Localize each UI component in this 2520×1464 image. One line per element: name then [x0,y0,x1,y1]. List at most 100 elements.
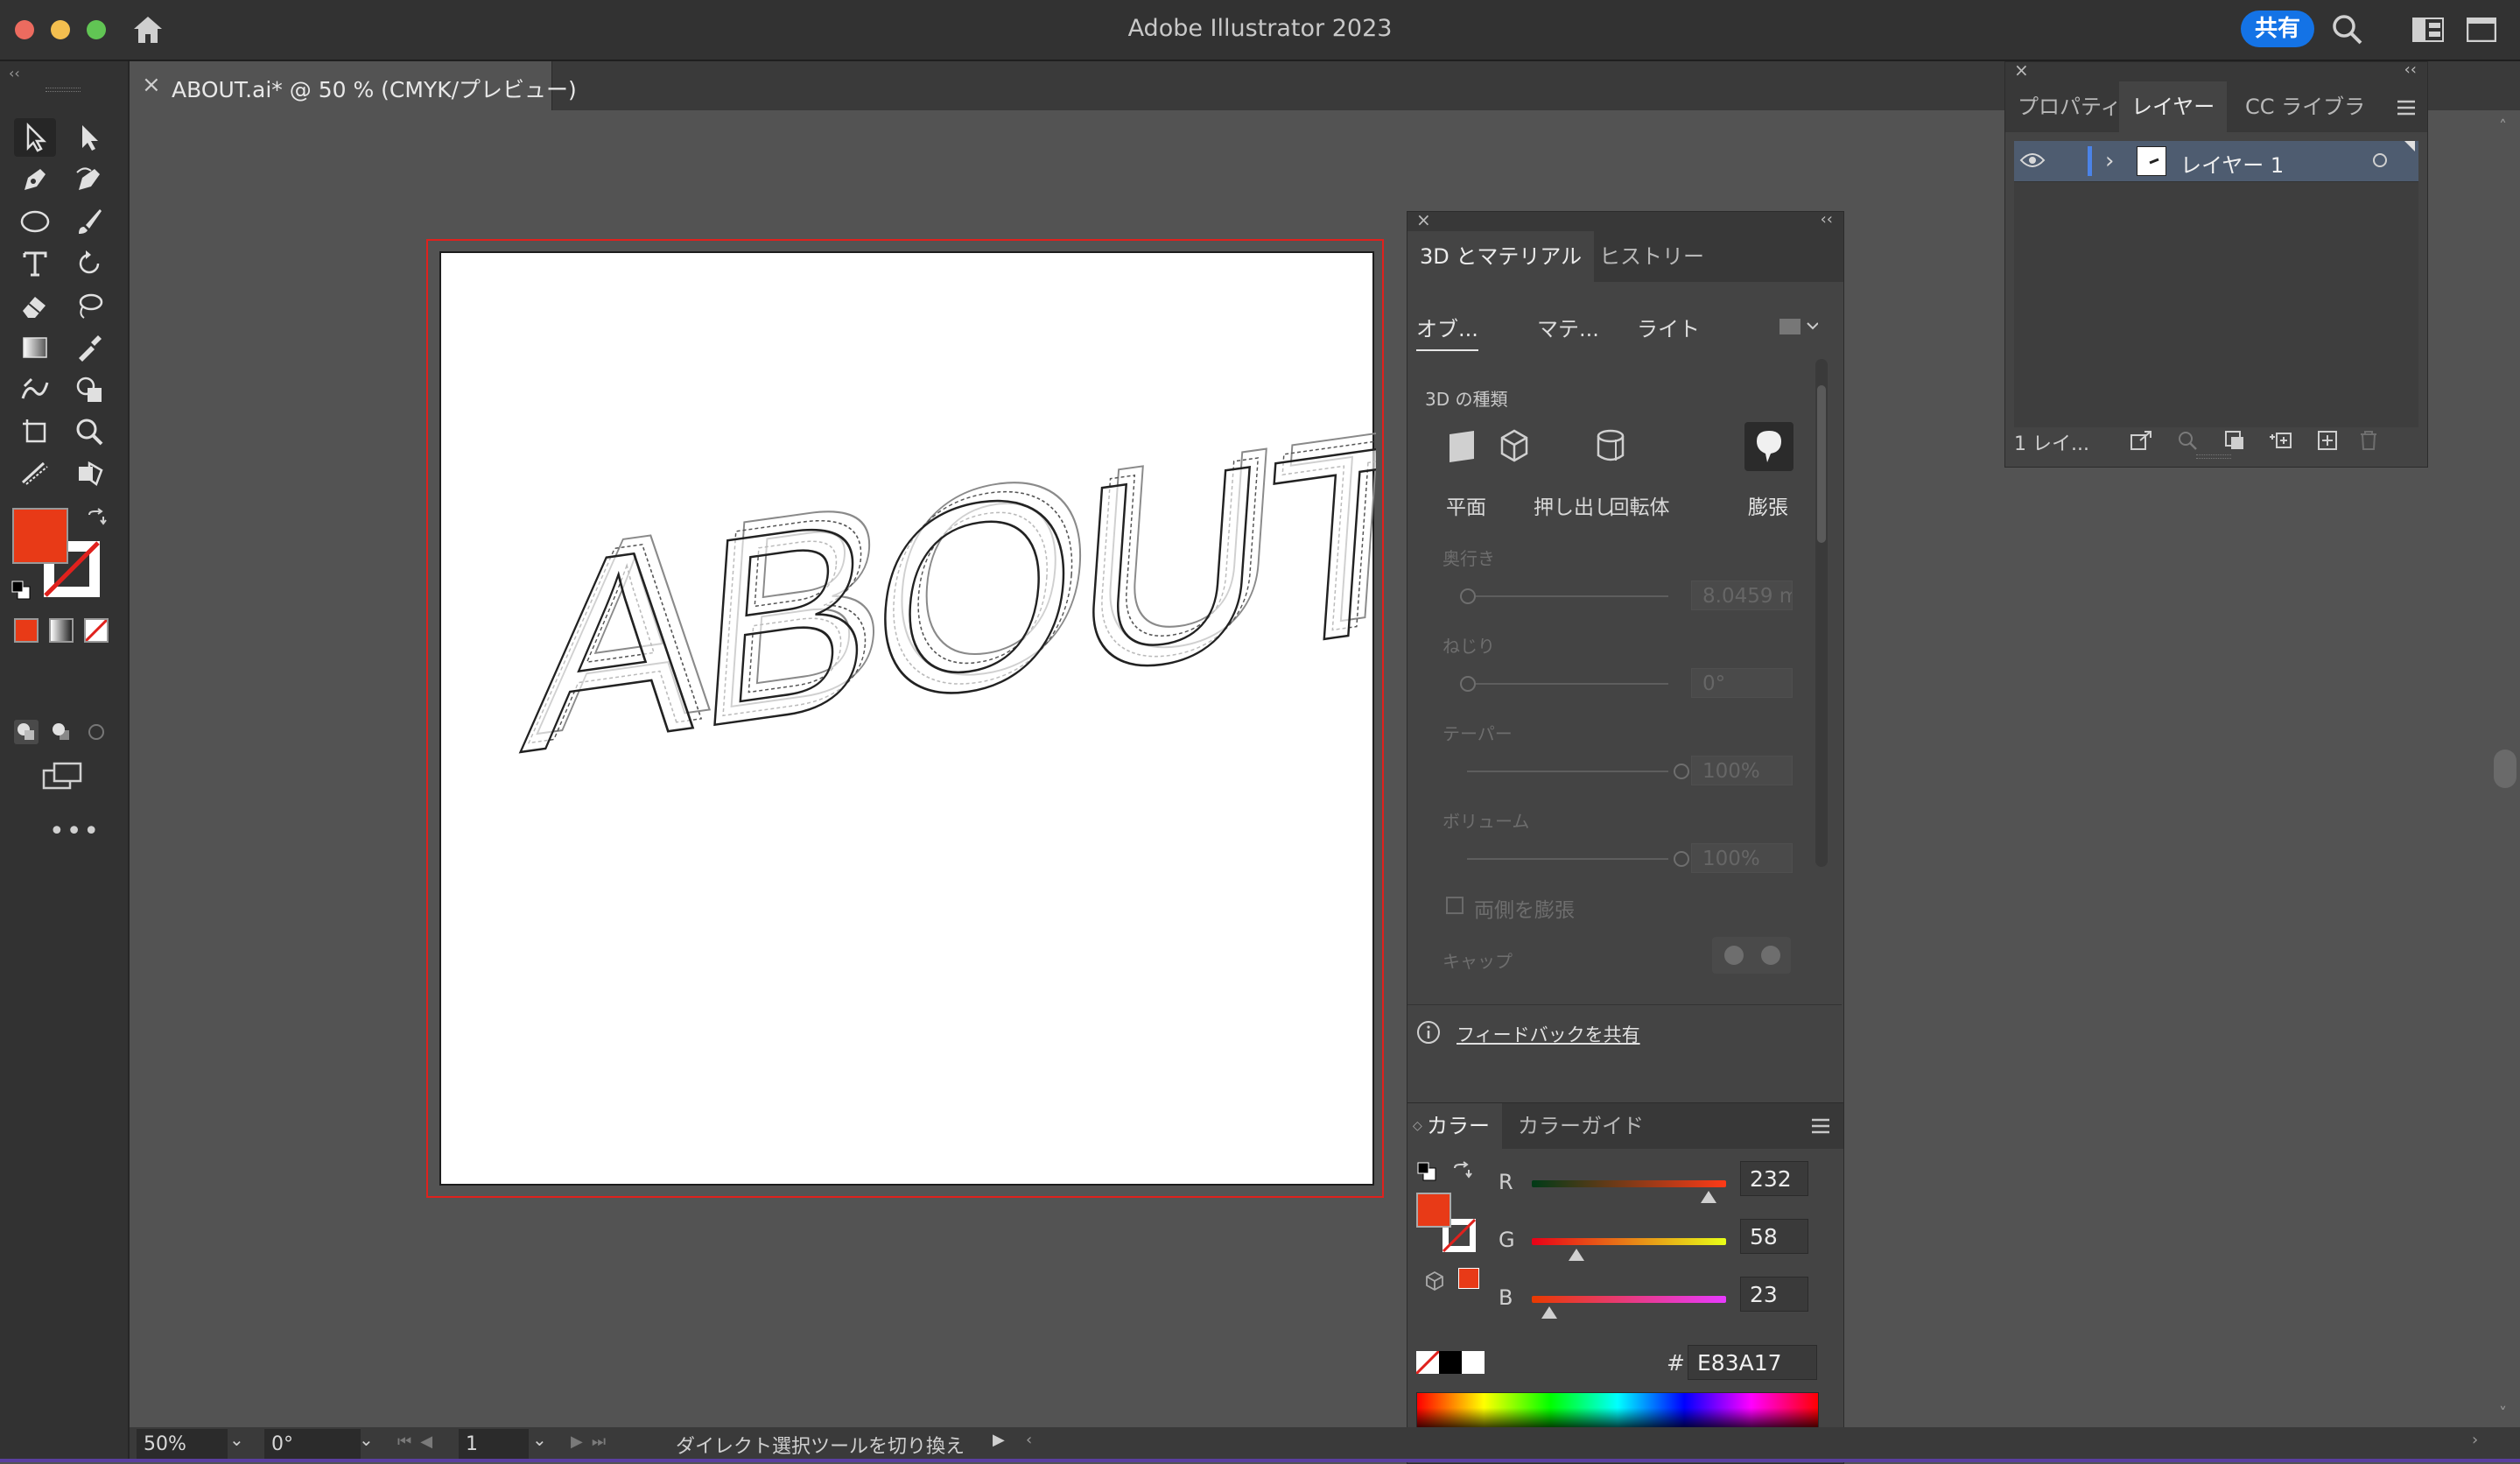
panel-menu-icon[interactable] [2396,99,2417,116]
swap-fill-stroke-icon[interactable] [86,508,107,529]
eraser-tool-icon[interactable] [14,286,56,325]
volume-value[interactable]: 100% [1691,843,1793,873]
scroll-up-icon[interactable]: ˄ [2499,117,2507,136]
red-value[interactable]: 232 [1740,1161,1808,1196]
pen-tool-icon[interactable] [14,160,56,199]
live-paint-tool-icon[interactable] [68,454,110,493]
locate-object-icon[interactable] [2177,430,2198,451]
artboard[interactable]: ABOUT ABOUT ABOUT [439,251,1376,1187]
share-feedback-link[interactable]: フィードバックを共有 [1457,1021,1640,1047]
artboard-number-field[interactable]: 1 [459,1429,529,1459]
close-panel-icon[interactable]: × [1416,209,1431,230]
draw-normal-icon[interactable] [14,720,39,744]
search-icon[interactable] [2331,13,2364,46]
default-colors-icon[interactable] [11,580,32,601]
panel-menu-icon[interactable] [1810,1117,1831,1135]
export-layers-icon[interactable] [2130,430,2152,451]
subtab-materials[interactable]: マテ... [1537,312,1599,342]
tab-layers[interactable]: レイヤー [2119,81,2228,132]
twist-value[interactable]: 0° [1691,668,1793,698]
twist-slider-knob[interactable] [1460,676,1476,692]
none-color-swatch[interactable] [1416,1351,1439,1374]
white-color-swatch[interactable] [1462,1351,1485,1374]
type-tool-icon[interactable] [14,244,56,283]
revolve-type-icon[interactable] [1591,427,1630,466]
artboard-tool-icon[interactable] [14,412,56,451]
layer-name[interactable]: レイヤー 1 [2180,148,2284,179]
inflate-type-icon[interactable] [1744,422,1793,471]
new-layer-icon[interactable] [2317,430,2338,451]
vertical-scrollbar[interactable]: ˄ ˅ [2488,110,2520,1427]
red-slider-knob[interactable] [1701,1191,1717,1203]
vertical-scrollbar-thumb[interactable] [2494,750,2516,788]
swap-fill-stroke-icon[interactable] [1451,1161,1472,1182]
layer-target-icon[interactable] [2373,153,2387,167]
none-mode-button[interactable] [84,618,109,643]
render-settings-icon[interactable] [1778,315,1818,338]
expand-layer-chevron-icon[interactable]: › [2105,148,2114,174]
new-sublayer-icon[interactable] [2268,430,2292,451]
taper-value[interactable]: 100% [1691,756,1793,785]
red-slider-track[interactable] [1532,1180,1726,1187]
shape-builder-tool-icon[interactable] [68,370,110,409]
color-spectrum[interactable] [1416,1392,1819,1431]
fill-swatch[interactable] [1416,1193,1451,1228]
rotation-dropdown-icon[interactable]: ⌄ [359,1429,374,1450]
ellipse-tool-icon[interactable] [14,202,56,241]
depth-slider-knob[interactable] [1460,588,1476,604]
taper-slider-knob[interactable] [1674,764,1689,779]
status-menu-arrow-icon[interactable]: ▶ [993,1431,1005,1449]
fill-swatch[interactable] [12,508,68,564]
tab-cc-libraries[interactable]: CC ライブラ [2233,81,2377,132]
tab-properties[interactable]: プロパティ [2005,81,2134,132]
artboard-dropdown-icon[interactable]: ⌄ [532,1429,547,1450]
workspace-switcher-icon[interactable] [2412,18,2444,42]
eyedropper-tool-icon[interactable] [68,328,110,367]
out-of-gamut-icon[interactable] [1423,1270,1446,1292]
gradient-mode-button[interactable] [49,618,74,643]
scroll-left-icon[interactable]: ‹ [1026,1431,1032,1449]
hex-value-input[interactable]: E83A17 [1688,1345,1817,1380]
volume-slider-knob[interactable] [1674,851,1689,867]
blue-slider-knob[interactable] [1541,1306,1557,1319]
panel-resize-grip[interactable] [2196,454,2231,459]
delete-layer-icon[interactable] [2359,430,2378,451]
color-mode-button[interactable] [14,618,39,643]
layer-row[interactable]: › レイヤー 1 [2014,141,2418,181]
share-button[interactable]: 共有 [2241,11,2314,47]
rotate-tool-icon[interactable] [68,244,110,283]
scroll-down-icon[interactable]: ˅ [2499,1404,2507,1423]
arrange-documents-icon[interactable] [2467,18,2496,42]
rotation-field[interactable]: 0° [264,1429,361,1459]
panel-scrollbar[interactable] [1815,359,1828,867]
subtab-lighting[interactable]: ライト [1637,312,1700,342]
default-colors-icon[interactable] [1416,1161,1437,1182]
curvature-tool-icon[interactable] [68,160,110,199]
document-tab[interactable]: × ABOUT.ai* @ 50 % (CMYK/プレビュー) [130,61,577,110]
zoom-tool-icon[interactable] [68,412,110,451]
next-last-artboard-icons[interactable]: ▶⏭ [571,1432,614,1451]
close-tab-icon[interactable]: × [142,72,161,98]
green-slider-track[interactable] [1532,1238,1726,1245]
visibility-eye-icon[interactable] [2019,151,2046,169]
collapse-panel-icon[interactable]: ‹‹ [1821,210,1833,229]
close-panel-icon[interactable]: × [2014,60,2029,81]
tab-history[interactable]: ヒストリー [1587,231,1716,282]
extrude-type-icon[interactable] [1495,427,1534,466]
first-prev-artboard-icons[interactable]: ⏮◀ [397,1432,441,1451]
horizontal-scrollbar[interactable] [1845,1431,2458,1455]
toolbar-grip[interactable] [46,88,81,92]
draw-behind-icon[interactable] [49,720,74,744]
inflate-both-sides-checkbox[interactable] [1446,897,1464,914]
selection-tool-icon[interactable] [14,118,56,157]
depth-value[interactable]: 8.0459 m [1691,581,1793,610]
panel-scrollbar-thumb[interactable] [1817,385,1826,543]
edit-toolbar-icon[interactable]: ••• [49,816,101,847]
about-3d-artwork[interactable]: ABOUT ABOUT ABOUT [441,253,1376,1187]
lasso-tool-icon[interactable] [68,286,110,325]
plane-type-icon[interactable] [1443,427,1481,466]
warp-tool-icon[interactable] [14,370,56,409]
expand-options-icon[interactable]: ◇ [1413,1119,1422,1133]
make-clipping-mask-icon[interactable] [2224,430,2245,451]
direct-selection-tool-icon[interactable] [68,118,110,157]
